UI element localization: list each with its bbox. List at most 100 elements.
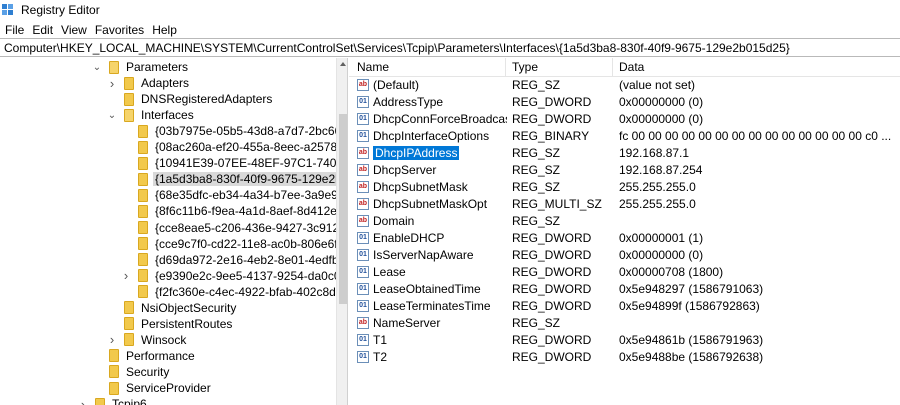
value-name-cell[interactable]: 01 EnableDHCP: [357, 231, 507, 245]
value-row[interactable]: ab DhcpSubnetMaskOpt REG_MULTI_SZ 255.255.2…: [349, 196, 900, 213]
value-name-cell[interactable]: 01 IsServerNapAware: [357, 248, 507, 262]
menu-help[interactable]: Help: [148, 23, 181, 37]
value-row[interactable]: 01 LeaseTerminatesTime REG_DWORD 0x5e94899f…: [349, 298, 900, 315]
expand-chevron-icon[interactable]: ›: [120, 268, 132, 283]
value-row[interactable]: ab Domain REG_SZ: [349, 213, 900, 230]
tree-node-label[interactable]: Security: [124, 365, 171, 379]
value-row[interactable]: ab NameServer REG_SZ: [349, 315, 900, 332]
tree-node[interactable]: {1a5d3ba8-830f-40f9-9675-129e2b015d: [120, 171, 347, 187]
value-name[interactable]: Lease: [373, 265, 406, 279]
value-name-cell[interactable]: 01 DhcpInterfaceOptions: [357, 129, 507, 143]
value-row[interactable]: 01 EnableDHCP REG_DWORD 0x00000001 (1): [349, 230, 900, 247]
value-name-cell[interactable]: ab DhcpServer: [357, 163, 507, 177]
tree-node[interactable]: Performance: [91, 348, 197, 364]
value-row[interactable]: 01 T2 REG_DWORD 0x5e9488be (1586792638): [349, 349, 900, 366]
tree-node-label[interactable]: {f2fc360e-c4ec-4922-bfab-402c8d925b: [153, 285, 347, 299]
value-row[interactable]: ab DhcpServer REG_SZ 192.168.87.254: [349, 162, 900, 179]
value-row[interactable]: ab DhcpIPAddress REG_SZ 192.168.87.1: [349, 145, 900, 162]
value-row[interactable]: 01 DhcpConnForceBroadcastFl... REG_DWORD 0x…: [349, 111, 900, 128]
value-row[interactable]: ab DhcpSubnetMask REG_SZ 255.255.255.0: [349, 179, 900, 196]
tree-node-label[interactable]: NsiObjectSecurity: [139, 301, 238, 315]
collapse-chevron-icon[interactable]: ⌄: [106, 109, 118, 121]
tree-node[interactable]: DNSRegisteredAdapters: [106, 91, 274, 107]
tree-node-label[interactable]: {8f6c11b6-f9ea-4a1d-8aef-8d412ef973: [153, 204, 347, 218]
value-name[interactable]: T1: [373, 333, 387, 347]
tree-node-label[interactable]: DNSRegisteredAdapters: [139, 92, 274, 106]
tree-node-label[interactable]: Tcpip6: [110, 397, 149, 405]
value-name-cell[interactable]: ab DhcpSubnetMaskOpt: [357, 197, 507, 211]
column-header-type[interactable]: Type: [512, 60, 538, 74]
tree-node[interactable]: {cce9c7f0-cd22-11e8-ac0b-806e6f6e69: [120, 236, 347, 252]
value-name-cell[interactable]: 01 DhcpConnForceBroadcastFl...: [357, 112, 507, 126]
address-bar[interactable]: Computer\HKEY_LOCAL_MACHINE\SYSTEM\Curre…: [0, 38, 900, 57]
tree-node-label[interactable]: {1a5d3ba8-830f-40f9-9675-129e2b015d: [153, 172, 347, 187]
tree-node-label[interactable]: Parameters: [124, 60, 190, 74]
column-divider[interactable]: [612, 58, 613, 77]
tree-node[interactable]: PersistentRoutes: [106, 316, 234, 332]
value-name[interactable]: DhcpServer: [373, 163, 436, 177]
tree-node[interactable]: › Adapters: [106, 75, 191, 91]
address-path[interactable]: Computer\HKEY_LOCAL_MACHINE\SYSTEM\Curre…: [4, 41, 790, 55]
tree-node-label[interactable]: Winsock: [139, 333, 188, 347]
tree-node-label[interactable]: {68e35dfc-eb34-4a34-b7ee-3a9e94127: [153, 188, 347, 202]
tree-node-label[interactable]: PersistentRoutes: [139, 317, 234, 331]
value-name[interactable]: DhcpConnForceBroadcastFl...: [373, 112, 507, 126]
value-row[interactable]: 01 AddressType REG_DWORD 0x00000000 (0): [349, 94, 900, 111]
scroll-up-icon[interactable]: [340, 62, 346, 66]
tree-node-label[interactable]: {d69da972-2e16-4eb2-8e01-4edfbbba3: [153, 253, 347, 267]
tree-node[interactable]: › Winsock: [106, 332, 188, 348]
expand-chevron-icon[interactable]: ›: [77, 397, 89, 405]
value-name-cell[interactable]: 01 T2: [357, 350, 507, 364]
value-row[interactable]: 01 IsServerNapAware REG_DWORD 0x00000000 (0…: [349, 247, 900, 264]
scroll-thumb[interactable]: [339, 114, 347, 304]
column-divider[interactable]: [505, 58, 506, 77]
tree-node[interactable]: {d69da972-2e16-4eb2-8e01-4edfbbba3: [120, 252, 347, 268]
value-name[interactable]: DhcpSubnetMask: [373, 180, 468, 194]
value-name[interactable]: T2: [373, 350, 387, 364]
value-name-cell[interactable]: 01 LeaseObtainedTime: [357, 282, 507, 296]
value-row[interactable]: 01 LeaseObtainedTime REG_DWORD 0x5e948297 (…: [349, 281, 900, 298]
value-row[interactable]: 01 T1 REG_DWORD 0x5e94861b (1586791963): [349, 332, 900, 349]
tree-node-label[interactable]: Adapters: [139, 76, 191, 90]
tree-node-label[interactable]: {03b7975e-05b5-43d8-a7d7-2bc66d557: [153, 124, 347, 138]
value-name[interactable]: AddressType: [373, 95, 443, 109]
value-row[interactable]: 01 DhcpInterfaceOptions REG_BINARY fc 00 00…: [349, 128, 900, 145]
column-header-name[interactable]: Name: [357, 60, 389, 74]
tree-node-label[interactable]: {10941E39-07EE-48EF-97C1-7401CCF44: [153, 156, 347, 170]
tree-node[interactable]: Security: [91, 364, 171, 380]
value-name-cell[interactable]: 01 LeaseTerminatesTime: [357, 299, 507, 313]
value-row[interactable]: ab (Default) REG_SZ (value not set): [349, 77, 900, 94]
tree-node-label[interactable]: {e9390e2c-9ee5-4137-9254-da0c00ddc: [153, 269, 347, 283]
collapse-chevron-icon[interactable]: ⌄: [91, 61, 103, 73]
tree-node[interactable]: {f2fc360e-c4ec-4922-bfab-402c8d925b: [120, 284, 347, 300]
menu-edit[interactable]: Edit: [28, 23, 57, 37]
value-name[interactable]: NameServer: [373, 316, 440, 330]
value-name[interactable]: EnableDHCP: [373, 231, 444, 245]
tree-node[interactable]: › {e9390e2c-9ee5-4137-9254-da0c00ddc: [120, 268, 347, 284]
value-name[interactable]: LeaseTerminatesTime: [373, 299, 491, 313]
value-row[interactable]: 01 Lease REG_DWORD 0x00000708 (1800): [349, 264, 900, 281]
tree-node[interactable]: {cce8eae5-c206-436e-9427-3c91279829: [120, 220, 347, 236]
tree-node[interactable]: ⌄ Parameters: [91, 59, 190, 75]
value-name-cell[interactable]: 01 T1: [357, 333, 507, 347]
tree-node-label[interactable]: {cce8eae5-c206-436e-9427-3c91279829: [153, 221, 347, 235]
tree-node[interactable]: ⌄ Interfaces: [106, 107, 196, 123]
tree-node[interactable]: ServiceProvider: [91, 380, 213, 396]
value-name[interactable]: Domain: [373, 214, 414, 228]
tree-node[interactable]: {8f6c11b6-f9ea-4a1d-8aef-8d412ef973: [120, 203, 347, 219]
tree-node-label[interactable]: Interfaces: [139, 108, 196, 122]
value-name-cell[interactable]: 01 AddressType: [357, 95, 507, 109]
tree-node[interactable]: {08ac260a-ef20-455a-8eec-a257826c2c: [120, 139, 347, 155]
value-name-cell[interactable]: ab Domain: [357, 214, 507, 228]
tree-node-label[interactable]: {08ac260a-ef20-455a-8eec-a257826c2c: [153, 140, 347, 154]
tree-node[interactable]: {10941E39-07EE-48EF-97C1-7401CCF44: [120, 155, 347, 171]
value-name-cell[interactable]: ab (Default): [357, 78, 507, 92]
column-header-data[interactable]: Data: [619, 60, 644, 74]
value-name-cell[interactable]: ab DhcpIPAddress: [357, 146, 507, 160]
tree-node[interactable]: NsiObjectSecurity: [106, 300, 238, 316]
tree-node[interactable]: › Tcpip6: [77, 396, 149, 405]
tree-node-label[interactable]: {cce9c7f0-cd22-11e8-ac0b-806e6f6e69: [153, 237, 347, 251]
value-name[interactable]: (Default): [373, 78, 419, 92]
expand-chevron-icon[interactable]: ›: [106, 332, 118, 347]
menu-file[interactable]: File: [1, 23, 28, 37]
